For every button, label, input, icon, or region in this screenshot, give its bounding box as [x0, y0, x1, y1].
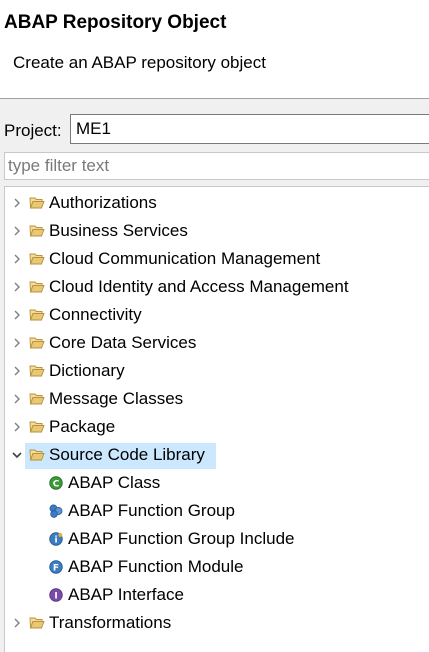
- tree-item-cloud-identity-and-access-management[interactable]: Cloud Identity and Access Management: [5, 273, 429, 301]
- abap-function-module-icon: F: [49, 560, 63, 574]
- tree-item-abap-function-group[interactable]: ABAP Function Group: [5, 497, 429, 525]
- chevron-right-icon[interactable]: [11, 337, 23, 349]
- svg-text:C: C: [53, 480, 60, 490]
- folder-icon: [29, 281, 45, 293]
- chevron-right-icon[interactable]: [11, 393, 23, 405]
- chevron-right-icon[interactable]: [11, 281, 23, 293]
- chevron-down-icon[interactable]: [11, 449, 23, 461]
- tree-item-label: Dictionary: [49, 361, 125, 380]
- chevron-right-icon[interactable]: [11, 365, 23, 377]
- tree-item-label: ABAP Class: [68, 473, 161, 492]
- chevron-right-icon[interactable]: [11, 253, 23, 265]
- project-field[interactable]: ME1: [70, 114, 429, 144]
- tree-item-label: Message Classes: [49, 389, 184, 408]
- tree-item-abap-interface[interactable]: I ABAP Interface: [5, 581, 429, 609]
- object-type-tree[interactable]: Authorizations Business Services Cloud C…: [4, 186, 429, 652]
- tree-item-abap-function-module[interactable]: F ABAP Function Module: [5, 553, 429, 581]
- tree-item-label: Cloud Identity and Access Management: [49, 277, 349, 296]
- tree-item-package[interactable]: Package: [5, 413, 429, 441]
- folder-icon: [29, 617, 45, 629]
- tree-item-label: Package: [49, 417, 116, 436]
- tree-item-label: Source Code Library: [49, 445, 205, 464]
- abap-repository-object-dialog: ABAP Repository Object Create an ABAP re…: [0, 0, 429, 652]
- dialog-subtitle: Create an ABAP repository object: [13, 53, 266, 72]
- tree-item-transformations[interactable]: Transformations: [5, 609, 429, 637]
- tree-item-business-services[interactable]: Business Services: [5, 217, 429, 245]
- tree-item-core-data-services[interactable]: Core Data Services: [5, 329, 429, 357]
- folder-icon: [29, 365, 45, 377]
- tree-item-label: Cloud Communication Management: [49, 249, 321, 268]
- chevron-right-icon[interactable]: [11, 225, 23, 237]
- chevron-right-icon[interactable]: [11, 197, 23, 209]
- tree-item-message-classes[interactable]: Message Classes: [5, 385, 429, 413]
- tree-item-label: Core Data Services: [49, 333, 197, 352]
- abap-function-group-icon: [49, 504, 63, 518]
- abap-function-group-include-icon: i: [49, 532, 63, 546]
- abap-interface-icon: I: [49, 588, 63, 602]
- svg-text:F: F: [53, 564, 59, 574]
- tree-item-label: Business Services: [49, 221, 188, 240]
- chevron-right-icon[interactable]: [11, 309, 23, 321]
- filter-input[interactable]: [4, 152, 429, 180]
- tree-item-cloud-communication-management[interactable]: Cloud Communication Management: [5, 245, 429, 273]
- tree-item-abap-function-group-include[interactable]: i ABAP Function Group Include: [5, 525, 429, 553]
- tree-item-dictionary[interactable]: Dictionary: [5, 357, 429, 385]
- chevron-right-icon[interactable]: [11, 617, 23, 629]
- dialog-header: ABAP Repository Object Create an ABAP re…: [0, 0, 429, 98]
- folder-icon: [29, 197, 45, 209]
- tree-item-connectivity[interactable]: Connectivity: [5, 301, 429, 329]
- tree-item-label: Connectivity: [49, 305, 142, 324]
- folder-icon: [29, 393, 45, 405]
- svg-text:I: I: [54, 592, 57, 602]
- tree-item-label: ABAP Function Group: [68, 501, 235, 520]
- tree-item-label: Authorizations: [49, 193, 157, 212]
- folder-icon: [29, 253, 45, 265]
- open-folder-icon: [29, 449, 45, 461]
- abap-class-icon: C: [49, 476, 63, 490]
- folder-icon: [29, 421, 45, 433]
- folder-icon: [29, 225, 45, 237]
- svg-text:i: i: [54, 536, 57, 546]
- chevron-right-icon[interactable]: [11, 421, 23, 433]
- dialog-title: ABAP Repository Object: [4, 12, 227, 33]
- tree-item-source-code-library[interactable]: Source Code Library: [5, 441, 429, 469]
- folder-icon: [29, 337, 45, 349]
- tree-item-abap-class[interactable]: C ABAP Class: [5, 469, 429, 497]
- folder-icon: [29, 309, 45, 321]
- tree-item-label: ABAP Function Group Include: [68, 529, 295, 548]
- tree-item-label: ABAP Interface: [68, 585, 184, 604]
- tree-item-authorizations[interactable]: Authorizations: [5, 189, 429, 217]
- tree-item-label: ABAP Function Module: [68, 557, 244, 576]
- project-label: Project:: [4, 121, 62, 140]
- tree-item-label: Transformations: [49, 613, 172, 632]
